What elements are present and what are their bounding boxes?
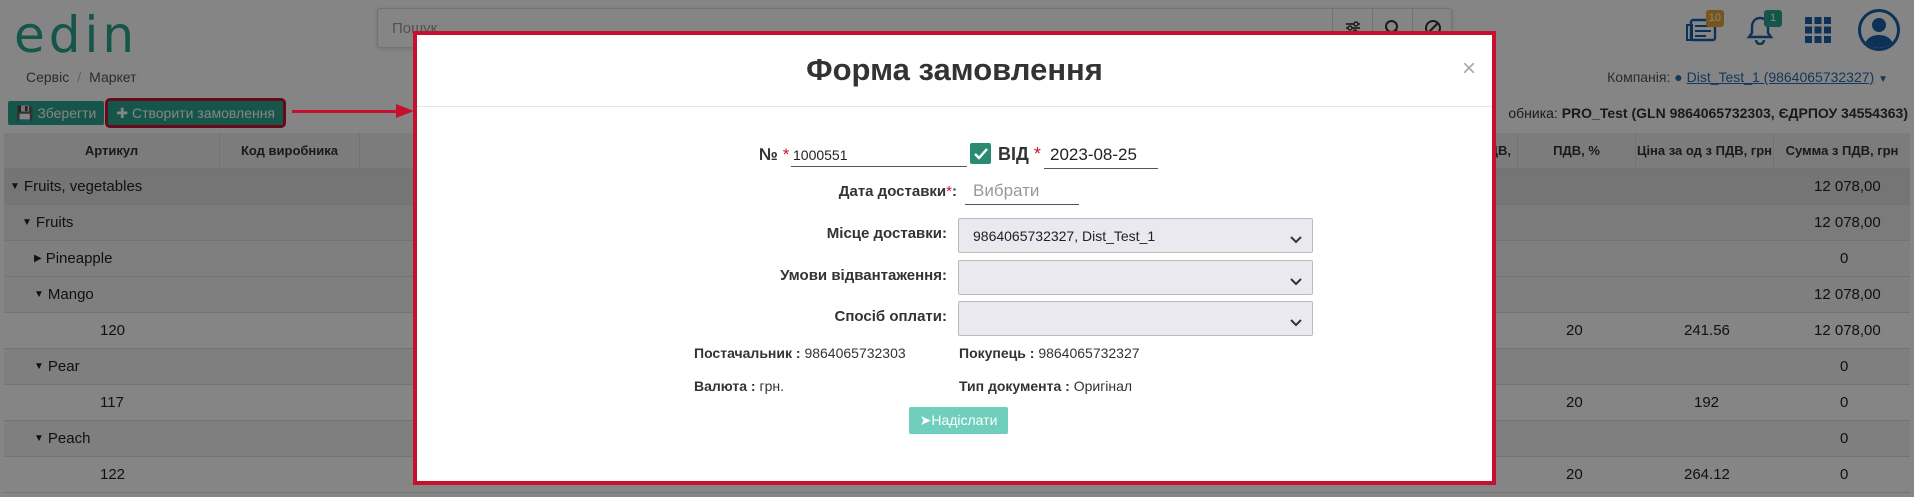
chevron-down-icon (1290, 231, 1302, 247)
supplier-label: Постачальник : (694, 345, 801, 361)
doc-type-field: Тип документа : Оригінал (959, 378, 1132, 394)
buyer-label: Покупець : (959, 345, 1035, 361)
currency-label: Валюта : (694, 378, 756, 394)
supplier-value: 9864065732303 (804, 345, 906, 361)
currency-value: грн. (759, 378, 784, 394)
order-number-label: № * (759, 145, 790, 164)
payment-method-select[interactable] (958, 301, 1313, 336)
order-form-modal: Форма замовлення × № * 1000551 ВІД * 202… (413, 31, 1496, 485)
required-mark: * (782, 145, 790, 164)
close-icon[interactable]: × (1462, 55, 1476, 83)
annotation-arrow (292, 110, 402, 113)
date-from-label: ВІД * (998, 144, 1041, 164)
buyer-value: 9864065732327 (1038, 345, 1140, 361)
send-button-label: Надіслати (931, 412, 998, 428)
modal-header: Форма замовлення × (417, 35, 1492, 107)
chevron-down-icon (1290, 314, 1302, 330)
shipping-terms-label: Умови відвантаження: (780, 267, 947, 284)
chevron-down-icon (1290, 273, 1302, 289)
required-mark: * (1033, 144, 1041, 164)
delivery-place-label: Місце доставки: (826, 225, 947, 242)
doc-type-label: Тип документа : (959, 378, 1070, 394)
buyer-field: Покупець : 9864065732327 (959, 345, 1140, 361)
annotation-arrow-head (396, 104, 414, 118)
payment-method-label: Спосіб оплати: (834, 308, 947, 325)
doc-type-value: Оригінал (1073, 378, 1133, 394)
delivery-date-label: Дата доставки*: (838, 183, 957, 200)
checkbox-checked[interactable] (970, 143, 991, 164)
paper-plane-icon: ➤ (919, 412, 932, 428)
send-button[interactable]: ➤Надіслати (909, 407, 1008, 434)
delivery-place-value: 9864065732327, Dist_Test_1 (973, 228, 1156, 244)
order-number-input[interactable]: 1000551 (791, 147, 967, 167)
modal-title: Форма замовлення (806, 52, 1103, 87)
delivery-place-select[interactable]: 9864065732327, Dist_Test_1 (958, 218, 1313, 253)
supplier-field: Постачальник : 9864065732303 (694, 345, 906, 361)
currency-field: Валюта : грн. (694, 378, 784, 394)
required-mark: * (946, 183, 952, 200)
shipping-terms-select[interactable] (958, 260, 1313, 295)
delivery-date-input[interactable]: Вибрати (965, 181, 1079, 205)
date-from-input[interactable]: 2023-08-25 (1044, 145, 1158, 169)
